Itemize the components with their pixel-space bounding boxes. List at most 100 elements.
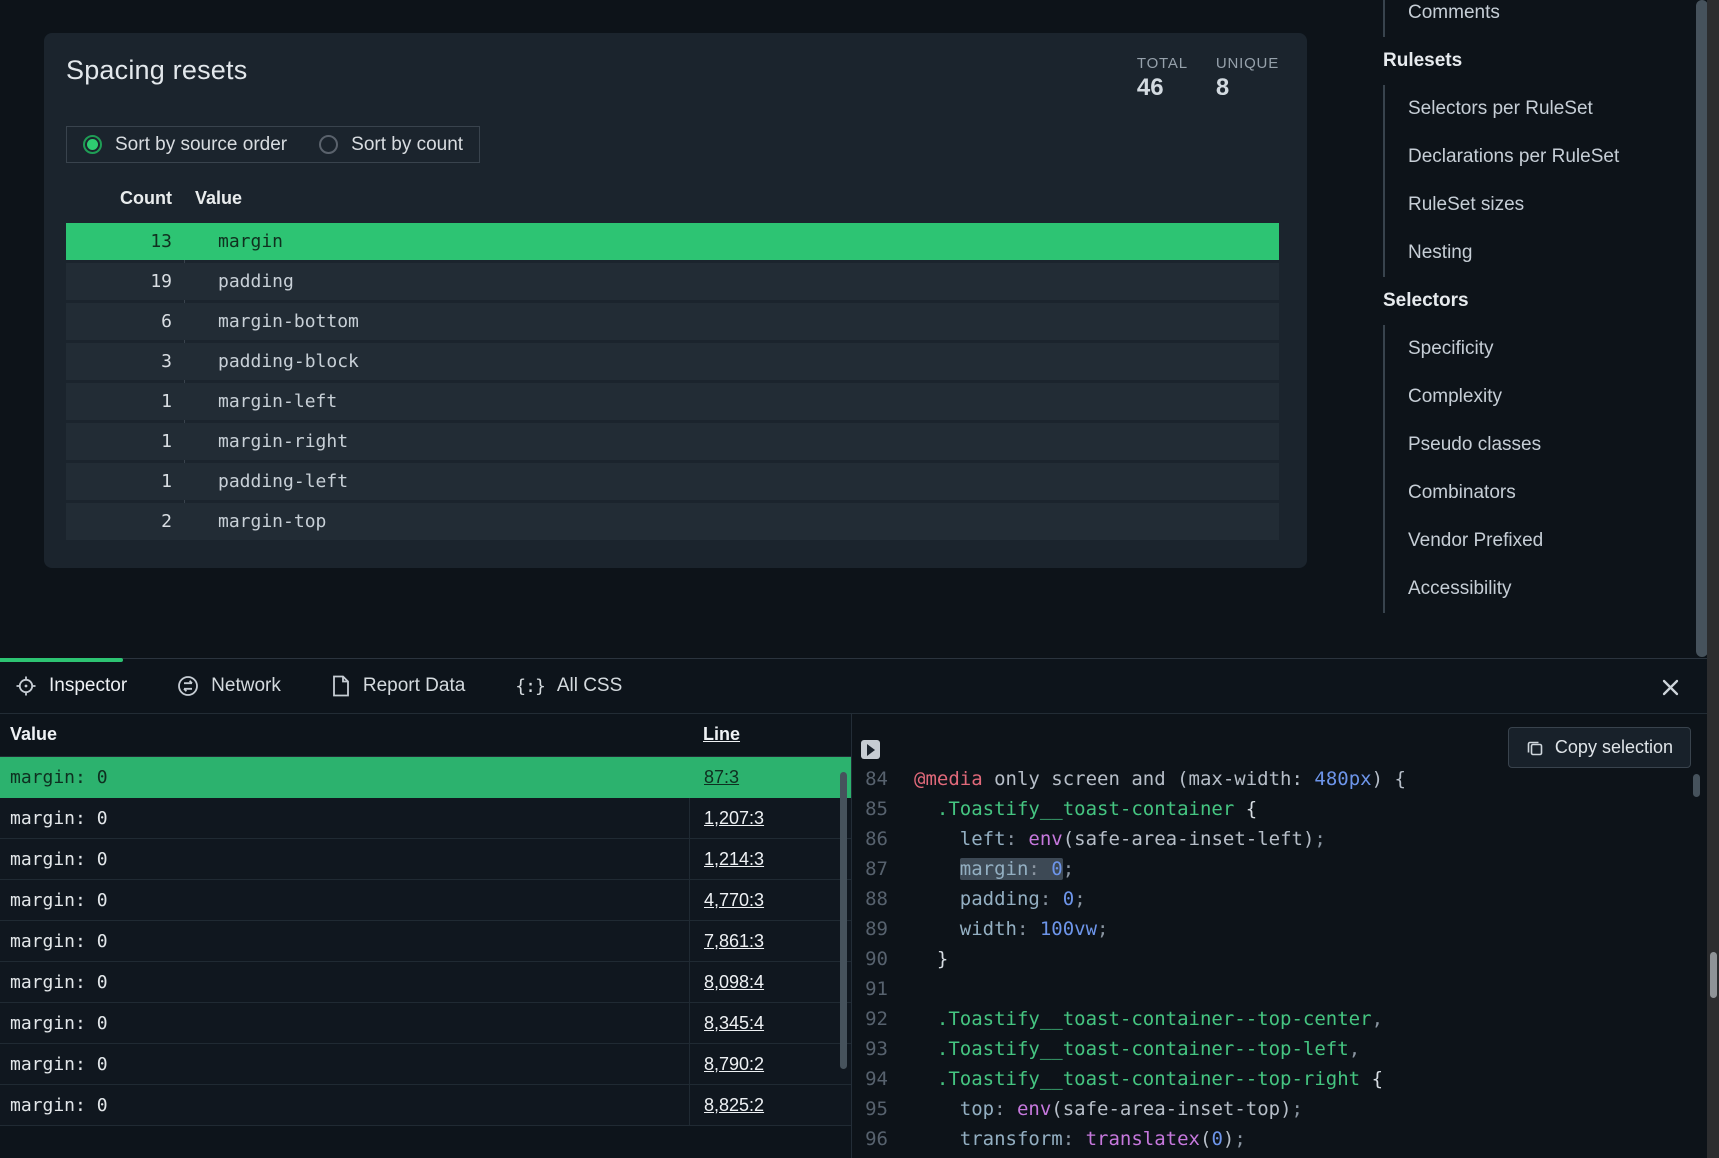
sidebar-item-specificity[interactable]: Specificity xyxy=(1385,325,1695,373)
table-row[interactable]: 1margin-right xyxy=(66,423,1279,460)
declaration-value: margin: 0 xyxy=(0,1013,108,1034)
code-text: transform: translatex(0); xyxy=(914,1124,1246,1154)
line-header-link[interactable]: Line xyxy=(703,724,740,745)
braces-icon: {:} xyxy=(515,676,545,697)
sidebar-item-pseudo-classes[interactable]: Pseudo classes xyxy=(1385,421,1695,469)
sort-option-label: Sort by count xyxy=(351,134,463,156)
sidebar-item-comments[interactable]: Comments xyxy=(1385,0,1695,37)
row-count: 6 xyxy=(66,311,172,332)
list-scrollbar-thumb[interactable] xyxy=(840,772,847,1069)
declaration-list-panel: Value Line margin: 0 87:3 margin: 0 1,207:3… xyxy=(0,714,852,1158)
row-count: 19 xyxy=(66,271,172,292)
declaration-value: margin: 0 xyxy=(0,767,108,788)
stat-total-value: 46 xyxy=(1137,74,1188,102)
declaration-row[interactable]: margin: 0 4,770:3 xyxy=(0,880,851,921)
sidebar-item-complexity[interactable]: Complexity xyxy=(1385,373,1695,421)
tab-network[interactable]: Network xyxy=(177,675,293,697)
declaration-row[interactable]: margin: 08,790:2 xyxy=(0,1044,851,1085)
declaration-row[interactable]: margin: 01,214:3 xyxy=(0,839,851,880)
code-text: } xyxy=(914,944,948,974)
table-row[interactable]: 1padding-left xyxy=(66,463,1279,500)
row-value: margin-left xyxy=(195,391,337,412)
line-link[interactable]: 8,345:4 xyxy=(704,1013,764,1034)
table-row[interactable]: 3padding-block xyxy=(66,343,1279,380)
line-link[interactable]: 4,770:3 xyxy=(704,890,764,911)
sidebar-item-combinators[interactable]: Combinators xyxy=(1385,469,1695,517)
expand-sidebar-button[interactable] xyxy=(861,740,880,759)
code-scrollbar-thumb[interactable] xyxy=(1693,774,1700,797)
line-link[interactable]: 7,861:3 xyxy=(704,931,764,952)
sidebar-group: Comments xyxy=(1383,0,1695,37)
declaration-list-header: Value Line xyxy=(0,714,851,757)
line-number: 96 xyxy=(852,1124,914,1154)
table-row[interactable]: 13margin xyxy=(66,223,1279,260)
play-icon xyxy=(867,744,875,756)
code-text: padding: 0; xyxy=(914,884,1086,914)
tab-inspector[interactable]: Inspector xyxy=(15,675,139,697)
declaration-row[interactable]: margin: 08,098:4 xyxy=(0,962,851,1003)
table-row[interactable]: 6margin-bottom xyxy=(66,303,1279,340)
declaration-row[interactable]: margin: 07,861:3 xyxy=(0,921,851,962)
code-text: .Toastify__toast-container--top-right { xyxy=(914,1064,1383,1094)
page-scrollbar-track[interactable] xyxy=(1707,0,1719,1158)
line-link[interactable]: 8,098:4 xyxy=(704,972,764,993)
line-cell: 1,214:3 xyxy=(689,839,764,879)
line-number: 86 xyxy=(852,824,914,854)
line-number: 93 xyxy=(852,1034,914,1064)
line-link[interactable]: 87:3 xyxy=(704,767,739,788)
code-line: 90 } xyxy=(852,944,1697,974)
stat-unique-value: 8 xyxy=(1216,74,1279,102)
sidebar-item-accessibility[interactable]: Accessibility xyxy=(1385,565,1695,613)
count-column-header: Count xyxy=(66,188,172,209)
line-number: 92 xyxy=(852,1004,914,1034)
line-link[interactable]: 8,825:2 xyxy=(704,1095,764,1116)
sidebar-heading-selectors: Selectors xyxy=(1383,277,1695,325)
row-value: margin xyxy=(195,231,283,252)
sidebar-item-nesting[interactable]: Nesting xyxy=(1385,229,1695,277)
stat-unique: UNIQUE 8 xyxy=(1216,55,1279,102)
declaration-row[interactable]: margin: 0 1,207:3 xyxy=(0,798,851,839)
tab-all-css[interactable]: {:}All CSS xyxy=(515,675,634,697)
value-column-header: Value xyxy=(195,188,242,209)
close-icon xyxy=(1661,678,1680,697)
value-header: Value xyxy=(10,724,57,745)
sidebar-item-selectors-per-ruleset[interactable]: Selectors per RuleSet xyxy=(1385,85,1695,133)
declaration-row[interactable]: margin: 08,825:2 xyxy=(0,1085,851,1126)
line-number: 95 xyxy=(852,1094,914,1124)
declaration-row[interactable]: margin: 0 8,345:4 xyxy=(0,1003,851,1044)
page-title: Spacing resets xyxy=(66,55,247,86)
code-line: 96 transform: translatex(0); xyxy=(852,1124,1697,1154)
sort-radio-group: Sort by source order Sort by count xyxy=(66,126,480,163)
declaration-row[interactable]: margin: 0 87:3 xyxy=(0,757,851,798)
page-scrollbar-thumb[interactable] xyxy=(1710,952,1717,998)
table-row[interactable]: 2margin-top xyxy=(66,503,1279,540)
code-line: 91 xyxy=(852,974,1697,1004)
row-count: 1 xyxy=(66,471,172,492)
code-scroll-area[interactable]: 84@media only screen and (max-width: 480… xyxy=(852,770,1697,1158)
line-link[interactable]: 1,207:3 xyxy=(704,808,764,829)
sidebar-item-declarations-per-ruleset[interactable]: Declarations per RuleSet xyxy=(1385,133,1695,181)
line-cell: 87:3 xyxy=(689,757,739,797)
code-line: 95 top: env(safe-area-inset-top); xyxy=(852,1094,1697,1124)
line-cell: 7,861:3 xyxy=(689,921,764,961)
sidebar-item-vendor-prefixed[interactable]: Vendor Prefixed xyxy=(1385,517,1695,565)
sidebar-group: SpecificityComplexityPseudo classesCombi… xyxy=(1383,325,1695,613)
sort-option-source-order[interactable]: Sort by source order xyxy=(83,134,287,156)
code-text: .Toastify__toast-container { xyxy=(914,794,1257,824)
table-row[interactable]: 19padding xyxy=(66,263,1279,300)
tab-report-data[interactable]: Report Data xyxy=(331,675,477,697)
code-line: 89 width: 100vw; xyxy=(852,914,1697,944)
close-panel-button[interactable] xyxy=(1659,676,1681,698)
line-link[interactable]: 1,214:3 xyxy=(704,849,764,870)
sort-option-count[interactable]: Sort by count xyxy=(319,134,463,156)
table-row[interactable]: 1margin-left xyxy=(66,383,1279,420)
stat-unique-label: UNIQUE xyxy=(1216,55,1279,72)
declaration-value: margin: 0 xyxy=(0,890,108,911)
line-link[interactable]: 8,790:2 xyxy=(704,1054,764,1075)
sidebar-item-ruleset-sizes[interactable]: RuleSet sizes xyxy=(1385,181,1695,229)
copy-selection-button[interactable]: Copy selection xyxy=(1508,727,1691,768)
spacing-resets-card: Spacing resets TOTAL 46 UNIQUE 8 Sort by… xyxy=(44,33,1307,568)
declaration-value: margin: 0 xyxy=(0,808,108,829)
line-number: 90 xyxy=(852,944,914,974)
code-text: .Toastify__toast-container--top-left, xyxy=(914,1034,1360,1064)
